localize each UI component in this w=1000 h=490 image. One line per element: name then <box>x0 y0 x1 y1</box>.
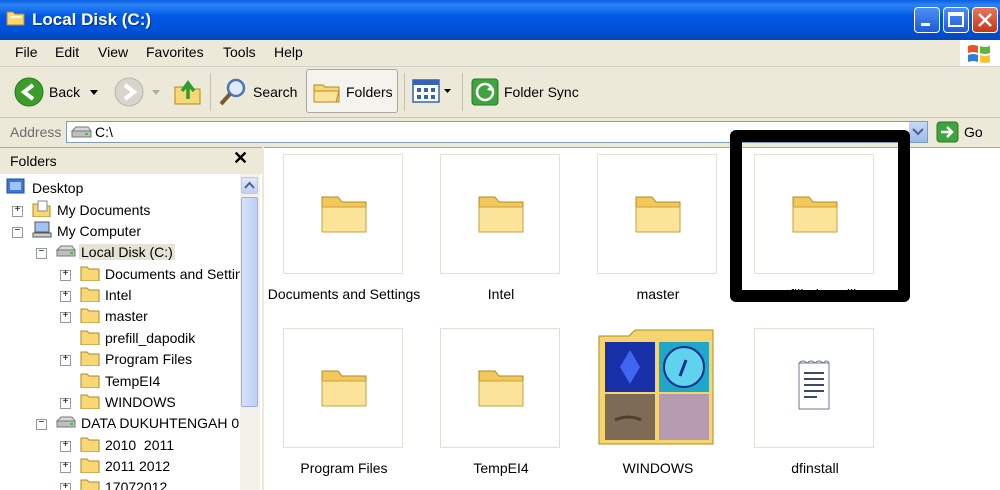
folders-pane-header: Folders ✕ <box>0 148 262 174</box>
forward-arrow-icon <box>114 77 144 107</box>
folders-icon <box>313 84 340 103</box>
forward-dropdown-icon <box>152 90 160 95</box>
back-arrow-icon <box>14 77 44 107</box>
close-button[interactable] <box>972 7 998 33</box>
folder-icon <box>80 458 100 473</box>
menu-view[interactable]: View <box>98 44 128 60</box>
thumbnail-frame <box>597 154 717 274</box>
folder-icon <box>80 479 100 490</box>
folder-icon <box>80 330 100 345</box>
menu-help[interactable]: Help <box>274 44 303 60</box>
expand-icon[interactable]: + <box>60 291 71 302</box>
expand-icon[interactable]: + <box>60 462 71 473</box>
folder-icon <box>80 266 100 281</box>
standard-toolbar: Back Search Folders Folder Sync <box>0 67 1000 118</box>
folders-pane-title: Folders <box>10 153 57 169</box>
collapse-icon[interactable]: − <box>36 248 47 259</box>
address-label: Address <box>10 124 62 140</box>
thumbnail-frame <box>597 328 717 448</box>
folders-button[interactable]: Folders <box>306 69 398 113</box>
collapse-icon[interactable]: − <box>36 419 47 430</box>
chevron-up-icon <box>244 181 255 189</box>
address-value: C:\ <box>95 124 113 140</box>
window-title: Local Disk (C:) <box>32 10 152 29</box>
folders-pane: Folders ✕ Desktop + My Documents − My Co… <box>0 147 262 490</box>
folder-icon <box>80 287 100 302</box>
back-button[interactable]: Back <box>14 75 104 109</box>
folder-icon <box>321 370 367 407</box>
scroll-thumb[interactable] <box>241 197 258 407</box>
maximize-button[interactable] <box>943 7 969 33</box>
folder-icon <box>478 370 524 407</box>
close-icon[interactable]: ✕ <box>233 148 248 169</box>
menu-tools[interactable]: Tools <box>223 44 256 60</box>
highlight-annotation <box>730 130 910 302</box>
maximize-icon <box>948 12 964 27</box>
thumbnail-frame <box>754 328 874 448</box>
thumbnail-frame <box>283 154 403 274</box>
chevron-down-icon <box>912 128 924 136</box>
my-documents-icon <box>32 200 51 217</box>
expand-icon[interactable]: + <box>60 398 71 409</box>
views-button[interactable] <box>412 75 454 109</box>
up-folder-button[interactable] <box>172 75 204 109</box>
folder-tree: Desktop + My Documents − My Computer − L… <box>0 174 240 490</box>
thumbnail-frame <box>283 328 403 448</box>
drive-icon <box>70 126 92 138</box>
forward-button[interactable] <box>112 75 162 109</box>
back-dropdown-icon[interactable] <box>90 90 98 96</box>
windows-flag-icon <box>968 45 990 63</box>
folder-icon <box>80 308 100 323</box>
title-bar: Local Disk (C:) <box>0 0 1000 40</box>
collapse-icon[interactable]: − <box>12 227 23 238</box>
text-file-icon <box>798 360 830 410</box>
folder-window-icon <box>6 11 25 26</box>
folder-icon <box>80 351 100 366</box>
thumbnail-frame <box>440 154 560 274</box>
expand-icon[interactable]: + <box>60 312 71 323</box>
folder-icon <box>321 196 367 233</box>
menu-file[interactable]: File <box>15 44 38 60</box>
desktop-icon <box>6 178 25 194</box>
thumbnail-frame <box>440 328 560 448</box>
toolbar-separator <box>210 73 211 111</box>
menu-edit[interactable]: Edit <box>55 44 79 60</box>
go-arrow-icon <box>936 121 959 143</box>
folder-sync-button[interactable]: Folder Sync <box>470 75 580 109</box>
menu-favorites[interactable]: Favorites <box>146 44 204 60</box>
address-dropdown[interactable] <box>908 122 927 142</box>
toolbar-separator <box>462 73 463 111</box>
folder-sync-icon <box>471 78 499 106</box>
views-icon <box>412 79 451 103</box>
folder-icon <box>80 394 100 409</box>
expand-icon[interactable]: + <box>60 270 71 281</box>
scroll-up-button[interactable] <box>241 177 258 194</box>
search-magnifier-icon <box>219 78 246 106</box>
folder-preview-icon <box>598 329 714 445</box>
up-folder-icon <box>174 80 201 105</box>
toolbar-separator <box>404 73 405 111</box>
folder-icon <box>80 437 100 452</box>
drive-icon <box>56 416 76 428</box>
folder-icon <box>635 196 681 233</box>
folder-icon <box>80 373 100 388</box>
minimize-button[interactable] <box>914 7 940 33</box>
minimize-icon <box>921 23 930 26</box>
expand-icon[interactable]: + <box>60 441 71 452</box>
folder-icon <box>478 196 524 233</box>
menu-bar: File Edit View Favorites Tools Help <box>0 40 1000 67</box>
search-button[interactable]: Search <box>218 75 300 109</box>
expand-icon[interactable]: + <box>12 206 23 217</box>
windows-logo <box>960 40 1000 66</box>
close-icon <box>978 13 992 27</box>
folder-tree-scrollbar[interactable] <box>240 174 260 490</box>
expand-icon[interactable]: + <box>60 355 71 366</box>
drive-icon <box>56 245 76 257</box>
my-computer-icon <box>32 221 52 238</box>
